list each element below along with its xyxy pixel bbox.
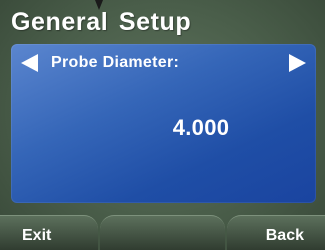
screen-title: General Setup	[11, 8, 192, 36]
softkey-bar: Exit Back	[0, 215, 325, 250]
setting-panel: Probe Diameter: 4.000	[11, 44, 316, 203]
exit-softkey-label: Exit	[22, 227, 52, 244]
setting-value[interactable]: 4.000	[11, 115, 316, 141]
exit-softkey[interactable]: Exit	[0, 215, 98, 250]
back-softkey[interactable]: Back	[227, 215, 325, 250]
arrow-right-icon[interactable]	[289, 54, 306, 72]
middle-softkey[interactable]	[100, 215, 225, 250]
setting-label: Probe Diameter:	[51, 54, 180, 71]
arrow-left-icon[interactable]	[21, 54, 38, 72]
device-screen: General Setup Probe Diameter: 4.000 Exit…	[0, 0, 325, 250]
back-softkey-label: Back	[265, 227, 304, 244]
